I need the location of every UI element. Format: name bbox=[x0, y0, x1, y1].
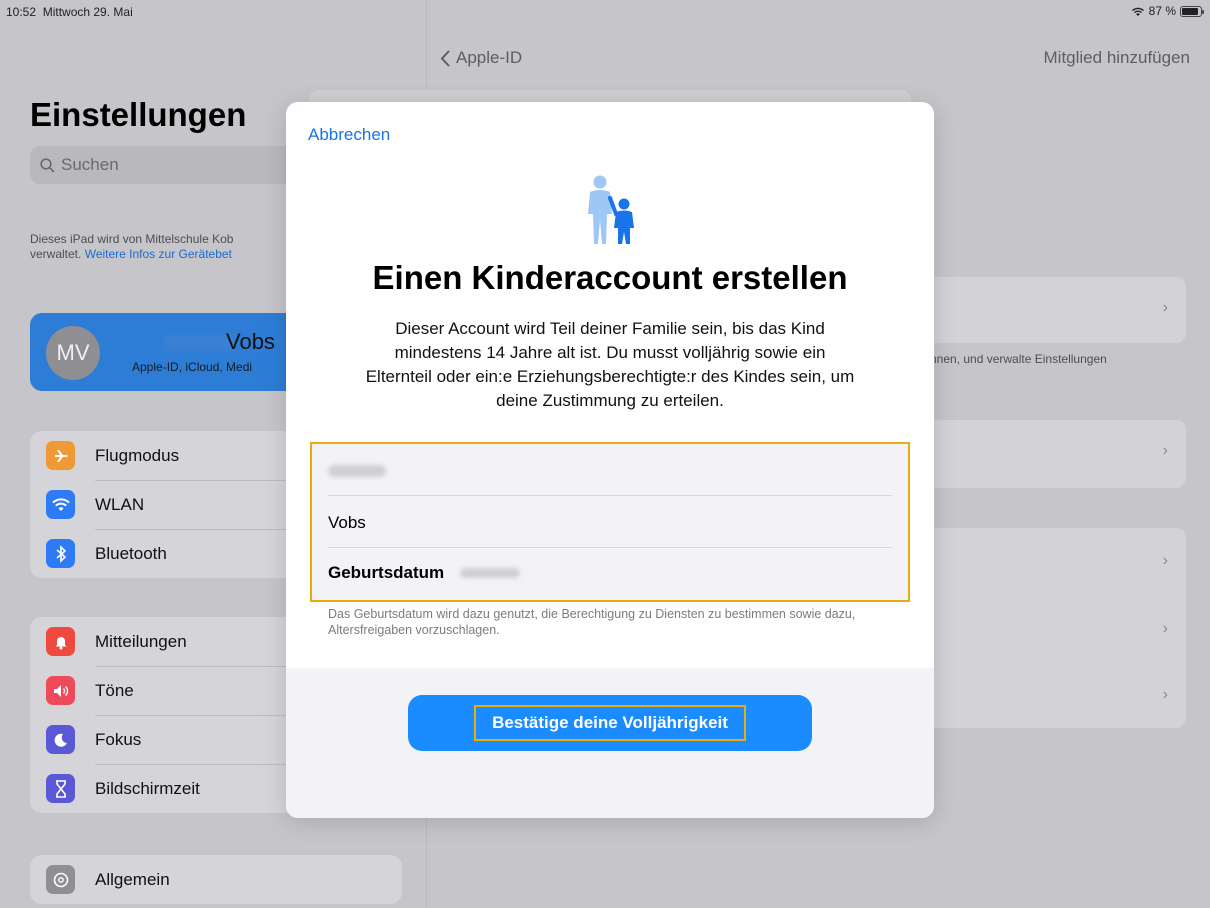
confirm-adult-label: Bestätige deine Volljährigkeit bbox=[474, 705, 746, 741]
chevron-right-icon[interactable]: › bbox=[1163, 620, 1168, 638]
airplane-icon bbox=[46, 441, 75, 470]
detail-group: › › › bbox=[898, 528, 1186, 728]
detail-row[interactable]: › bbox=[898, 277, 1186, 343]
chevron-right-icon: › bbox=[1162, 442, 1168, 459]
chevron-right-icon: › bbox=[1162, 299, 1168, 316]
blurred-birthdate-value bbox=[460, 568, 521, 578]
sheet-title: Einen Kinderaccount erstellen bbox=[372, 259, 848, 296]
child-info-form: Vobs Geburtsdatum bbox=[310, 442, 910, 602]
birthdate-footnote: Das Geburtsdatum wird dazu genutzt, die … bbox=[328, 607, 856, 637]
confirm-adult-button[interactable]: Bestätige deine Volljährigkeit bbox=[408, 695, 812, 751]
wifi-icon bbox=[46, 490, 75, 519]
wifi-status-icon bbox=[1131, 7, 1144, 16]
status-time: 10:52 Mittwoch 29. Mai bbox=[6, 5, 133, 19]
blurred-first-name-value bbox=[328, 464, 386, 477]
profile-subtitle: Apple-ID, iCloud, Medi bbox=[132, 360, 253, 374]
blurred-first-name bbox=[164, 335, 234, 351]
bluetooth-icon bbox=[46, 539, 75, 568]
chevron-right-icon[interactable]: › bbox=[1163, 686, 1168, 704]
add-member-button[interactable]: Mitglied hinzufügen bbox=[1044, 48, 1190, 68]
detail-note: nnen, und verwalte Einstellungen bbox=[930, 352, 1107, 366]
sound-icon bbox=[46, 676, 75, 705]
avatar: MV bbox=[46, 326, 100, 380]
family-icon bbox=[588, 175, 634, 244]
search-icon bbox=[40, 157, 55, 173]
back-button[interactable]: Apple-ID bbox=[440, 48, 522, 68]
birthdate-field[interactable]: Geburtsdatum bbox=[328, 548, 892, 598]
battery-icon bbox=[1180, 5, 1204, 17]
sheet-footer: Bestätige deine Volljährigkeit bbox=[286, 668, 934, 818]
moon-icon bbox=[46, 725, 75, 754]
settings-group-general: Allgemein bbox=[30, 855, 402, 904]
hourglass-icon bbox=[46, 774, 75, 803]
gear-icon bbox=[46, 865, 75, 894]
status-bar: 10:52 Mittwoch 29. Mai 87 % bbox=[0, 0, 1210, 22]
last-name-value: Vobs bbox=[328, 512, 366, 532]
last-name-field[interactable]: Vobs bbox=[328, 498, 892, 548]
battery-percent: 87 % bbox=[1148, 4, 1176, 18]
cancel-button[interactable]: Abbrechen bbox=[308, 125, 390, 145]
first-name-field[interactable] bbox=[328, 446, 892, 496]
notifications-icon bbox=[46, 627, 75, 656]
status-right: 87 % bbox=[1131, 4, 1204, 18]
create-child-account-sheet: Abbrechen Einen Kinderaccount erstellen … bbox=[286, 102, 934, 818]
sheet-description: Dieser Account wird Teil deiner Familie … bbox=[365, 319, 855, 410]
birthdate-label: Geburtsdatum bbox=[328, 563, 445, 582]
managed-info-link[interactable]: Weitere Infos zur Gerätebet bbox=[85, 247, 232, 261]
chevron-left-icon bbox=[440, 49, 450, 67]
profile-last-name: Vobs bbox=[226, 329, 275, 354]
search-placeholder: Suchen bbox=[61, 155, 119, 174]
sidebar-item-allgemein[interactable]: Allgemein bbox=[30, 855, 402, 904]
detail-row[interactable]: › bbox=[898, 420, 1186, 488]
chevron-right-icon[interactable]: › bbox=[1163, 552, 1168, 570]
page-title: Einstellungen bbox=[30, 96, 247, 133]
